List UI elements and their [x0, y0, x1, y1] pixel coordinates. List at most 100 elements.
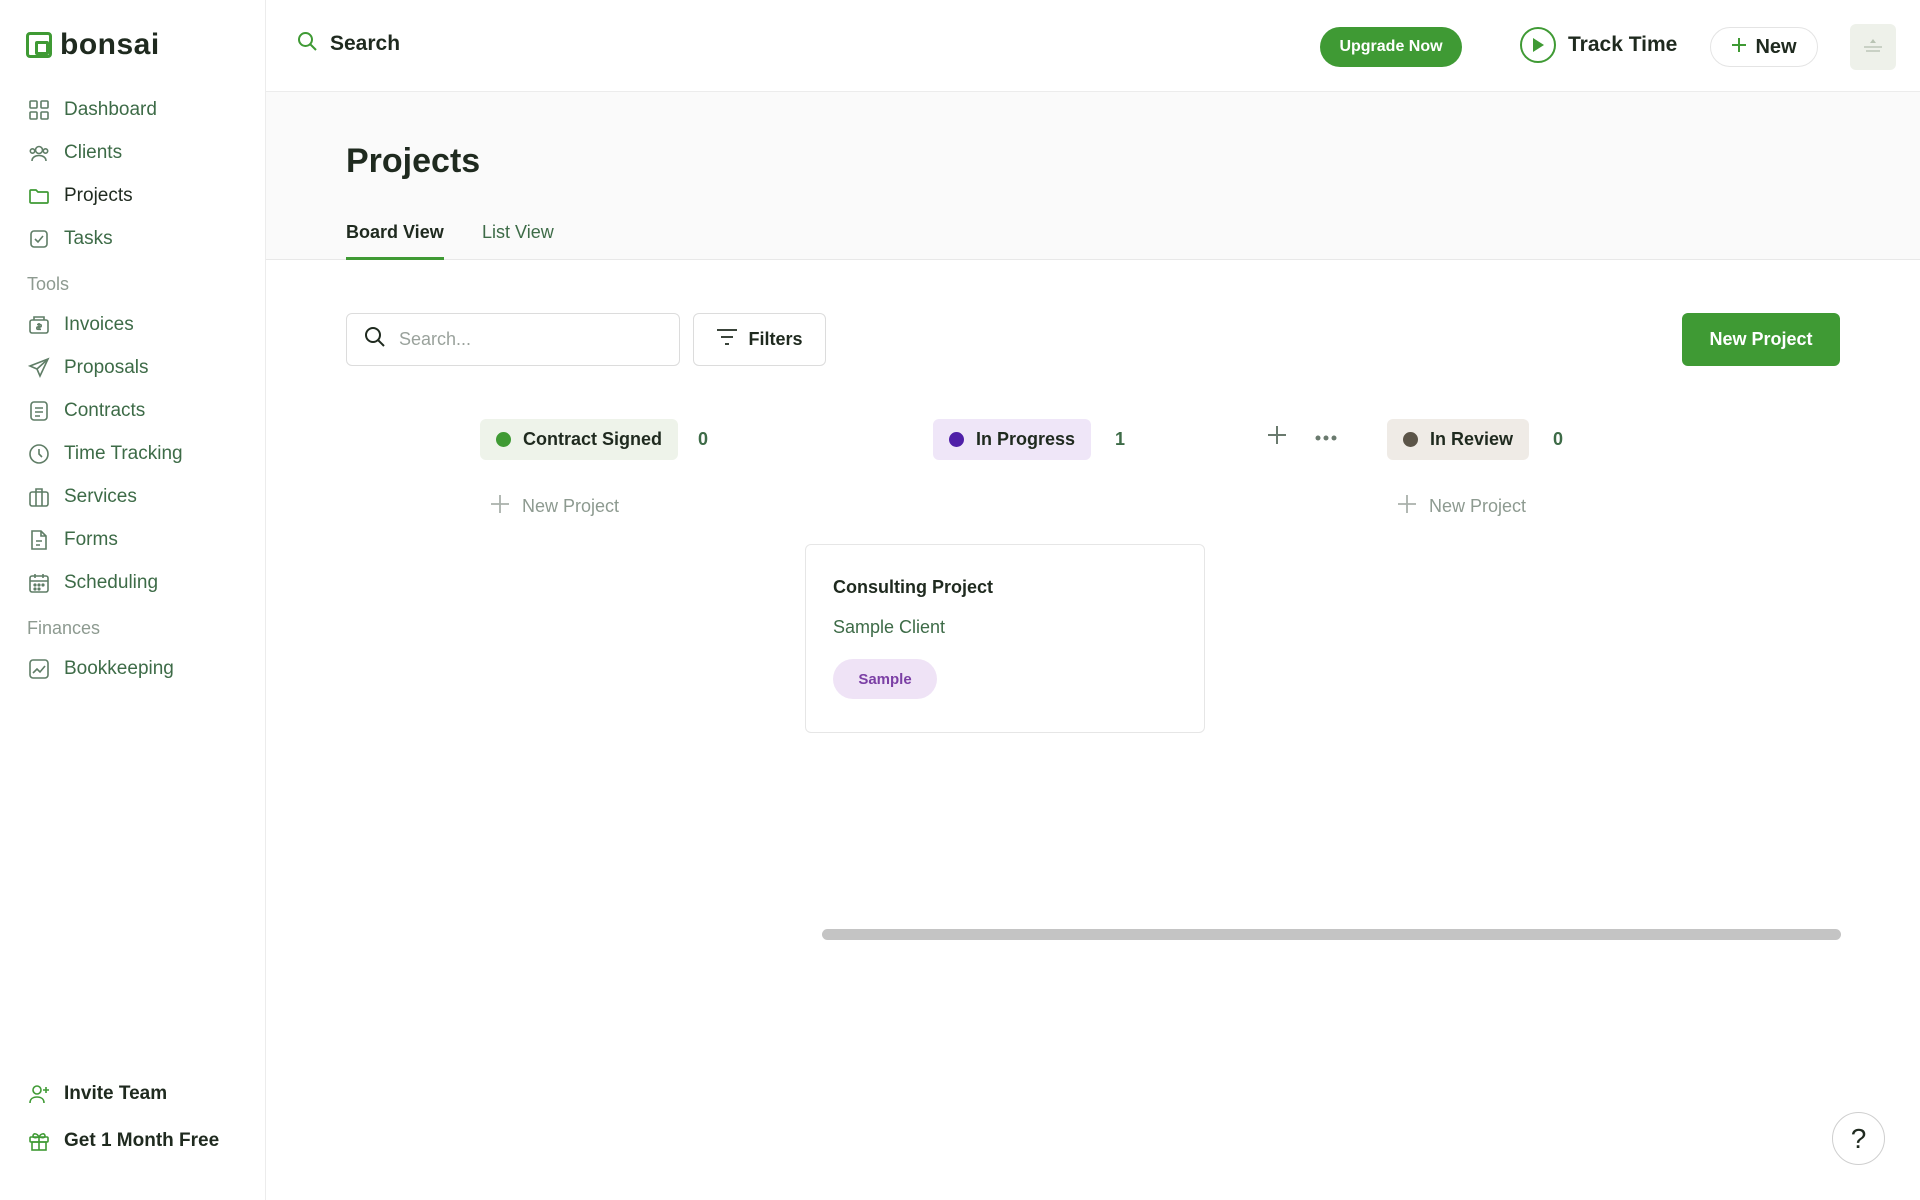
sidebar-item-label: Scheduling [64, 571, 159, 593]
sidebar-item-invoices[interactable]: Invoices [0, 303, 266, 346]
global-search[interactable]: Search [296, 30, 400, 58]
top-bar: Search Upgrade Now Track Time New [266, 0, 1920, 92]
board-horizontal-scrollbar[interactable] [822, 929, 1841, 940]
folder-icon [28, 185, 50, 207]
column-header-contract-signed: Contract Signed 0 [480, 419, 708, 460]
bonsai-logo-icon [26, 32, 52, 58]
sidebar-item-dashboard[interactable]: Dashboard [0, 88, 266, 131]
sidebar-item-label: Projects [64, 184, 133, 206]
plus-icon [490, 494, 510, 519]
status-pill[interactable]: In Review [1387, 419, 1530, 460]
project-card[interactable]: Consulting Project Sample Client Sample [805, 544, 1205, 733]
sidebar-item-projects[interactable]: Projects [0, 174, 266, 217]
section-label-tools: Tools [27, 274, 70, 294]
sidebar-item-label: Dashboard [64, 98, 157, 120]
sidebar-item-label: Bookkeeping [64, 657, 174, 679]
get-free-month-button[interactable]: Get 1 Month Free [0, 1117, 266, 1164]
clock-icon [28, 443, 50, 465]
sidebar-item-scheduling[interactable]: Scheduling [0, 561, 266, 604]
sidebar-item-label: Invite Team [64, 1082, 168, 1104]
column-count: 0 [698, 429, 709, 449]
column-header-in-review: In Review 0 [1387, 419, 1563, 460]
global-search-label: Search [330, 32, 401, 55]
column-count: 0 [1553, 429, 1564, 449]
search-icon [296, 30, 318, 58]
status-pill[interactable]: In Progress [933, 419, 1092, 460]
column-actions [1266, 424, 1338, 451]
avatar[interactable] [1850, 24, 1896, 70]
calendar-icon [28, 572, 50, 594]
checkbox-icon [28, 228, 50, 250]
column-title: In Progress [976, 429, 1076, 449]
help-button[interactable]: ? [1832, 1112, 1885, 1165]
sidebar-item-services[interactable]: Services [0, 475, 266, 518]
gift-icon [28, 1130, 50, 1152]
project-card-title: Consulting Project [833, 577, 994, 597]
avatar-logo-icon [1864, 39, 1882, 52]
more-options-icon[interactable] [1314, 429, 1338, 447]
project-card-tag: Sample [833, 659, 937, 699]
new-project-link-in-review[interactable]: New Project [1397, 494, 1526, 519]
page-title: Projects [346, 142, 481, 180]
track-time-label: Track Time [1568, 33, 1678, 56]
track-time-button[interactable]: Track Time [1520, 27, 1677, 63]
chart-icon [28, 658, 50, 680]
page-header: Projects Board View List View [266, 92, 1920, 260]
status-pill[interactable]: Contract Signed [480, 419, 679, 460]
tab-board-view[interactable]: Board View [346, 222, 444, 260]
sidebar-item-label: Contracts [64, 399, 146, 421]
column-title: Contract Signed [523, 429, 663, 449]
sidebar: bonsai Dashboard Clients Projects Tasks [0, 0, 266, 1200]
logo[interactable]: bonsai [26, 28, 160, 62]
status-dot [1403, 432, 1418, 447]
column-count: 1 [1115, 429, 1126, 449]
project-card-client: Sample Client [833, 617, 946, 637]
sidebar-item-label: Forms [64, 528, 118, 550]
sidebar-item-label: Clients [64, 141, 123, 163]
main-nav: Dashboard Clients Projects Tasks Tools I… [0, 88, 266, 690]
new-project-link-contract-signed[interactable]: New Project [490, 494, 619, 519]
new-button[interactable]: New [1710, 27, 1818, 67]
search-icon [363, 325, 387, 354]
new-project-link-label: New Project [522, 496, 620, 516]
grid-icon [28, 99, 50, 121]
sidebar-item-proposals[interactable]: Proposals [0, 346, 266, 389]
users-icon [28, 142, 50, 164]
new-button-label: New [1755, 35, 1797, 58]
play-icon [1520, 27, 1556, 63]
sidebar-item-time-tracking[interactable]: Time Tracking [0, 432, 266, 475]
sidebar-item-forms[interactable]: Forms [0, 518, 266, 561]
sidebar-item-label: Time Tracking [64, 442, 183, 464]
sidebar-bottom: Invite Team Get 1 Month Free [0, 1070, 266, 1164]
plus-icon [1731, 36, 1747, 59]
briefcase-icon [28, 486, 50, 508]
upgrade-now-button[interactable]: Upgrade Now [1320, 27, 1462, 67]
status-dot [496, 432, 511, 447]
add-card-icon[interactable] [1266, 424, 1288, 451]
send-icon [28, 357, 50, 379]
sidebar-item-label: Invoices [64, 313, 134, 335]
form-icon [28, 529, 50, 551]
filters-label: Filters [748, 329, 803, 349]
new-project-button[interactable]: New Project [1682, 313, 1840, 366]
column-title: In Review [1430, 429, 1514, 449]
invite-team-button[interactable]: Invite Team [0, 1070, 266, 1117]
tab-list-view[interactable]: List View [482, 222, 554, 260]
project-search [346, 313, 680, 366]
status-dot [949, 432, 964, 447]
invoice-icon [28, 314, 50, 336]
document-icon [28, 400, 50, 422]
search-input[interactable] [399, 329, 659, 350]
logo-text: bonsai [60, 28, 160, 61]
user-plus-icon [28, 1083, 50, 1105]
sidebar-item-contracts[interactable]: Contracts [0, 389, 266, 432]
new-project-link-label: New Project [1429, 496, 1527, 516]
filter-icon [716, 328, 738, 351]
sidebar-item-label: Proposals [64, 356, 149, 378]
sidebar-item-tasks[interactable]: Tasks [0, 217, 266, 260]
sidebar-item-bookkeeping[interactable]: Bookkeeping [0, 647, 266, 690]
sidebar-item-clients[interactable]: Clients [0, 131, 266, 174]
filters-button[interactable]: Filters [693, 313, 826, 366]
sidebar-item-label: Get 1 Month Free [64, 1129, 220, 1151]
column-header-in-progress: In Progress 1 [933, 419, 1125, 460]
